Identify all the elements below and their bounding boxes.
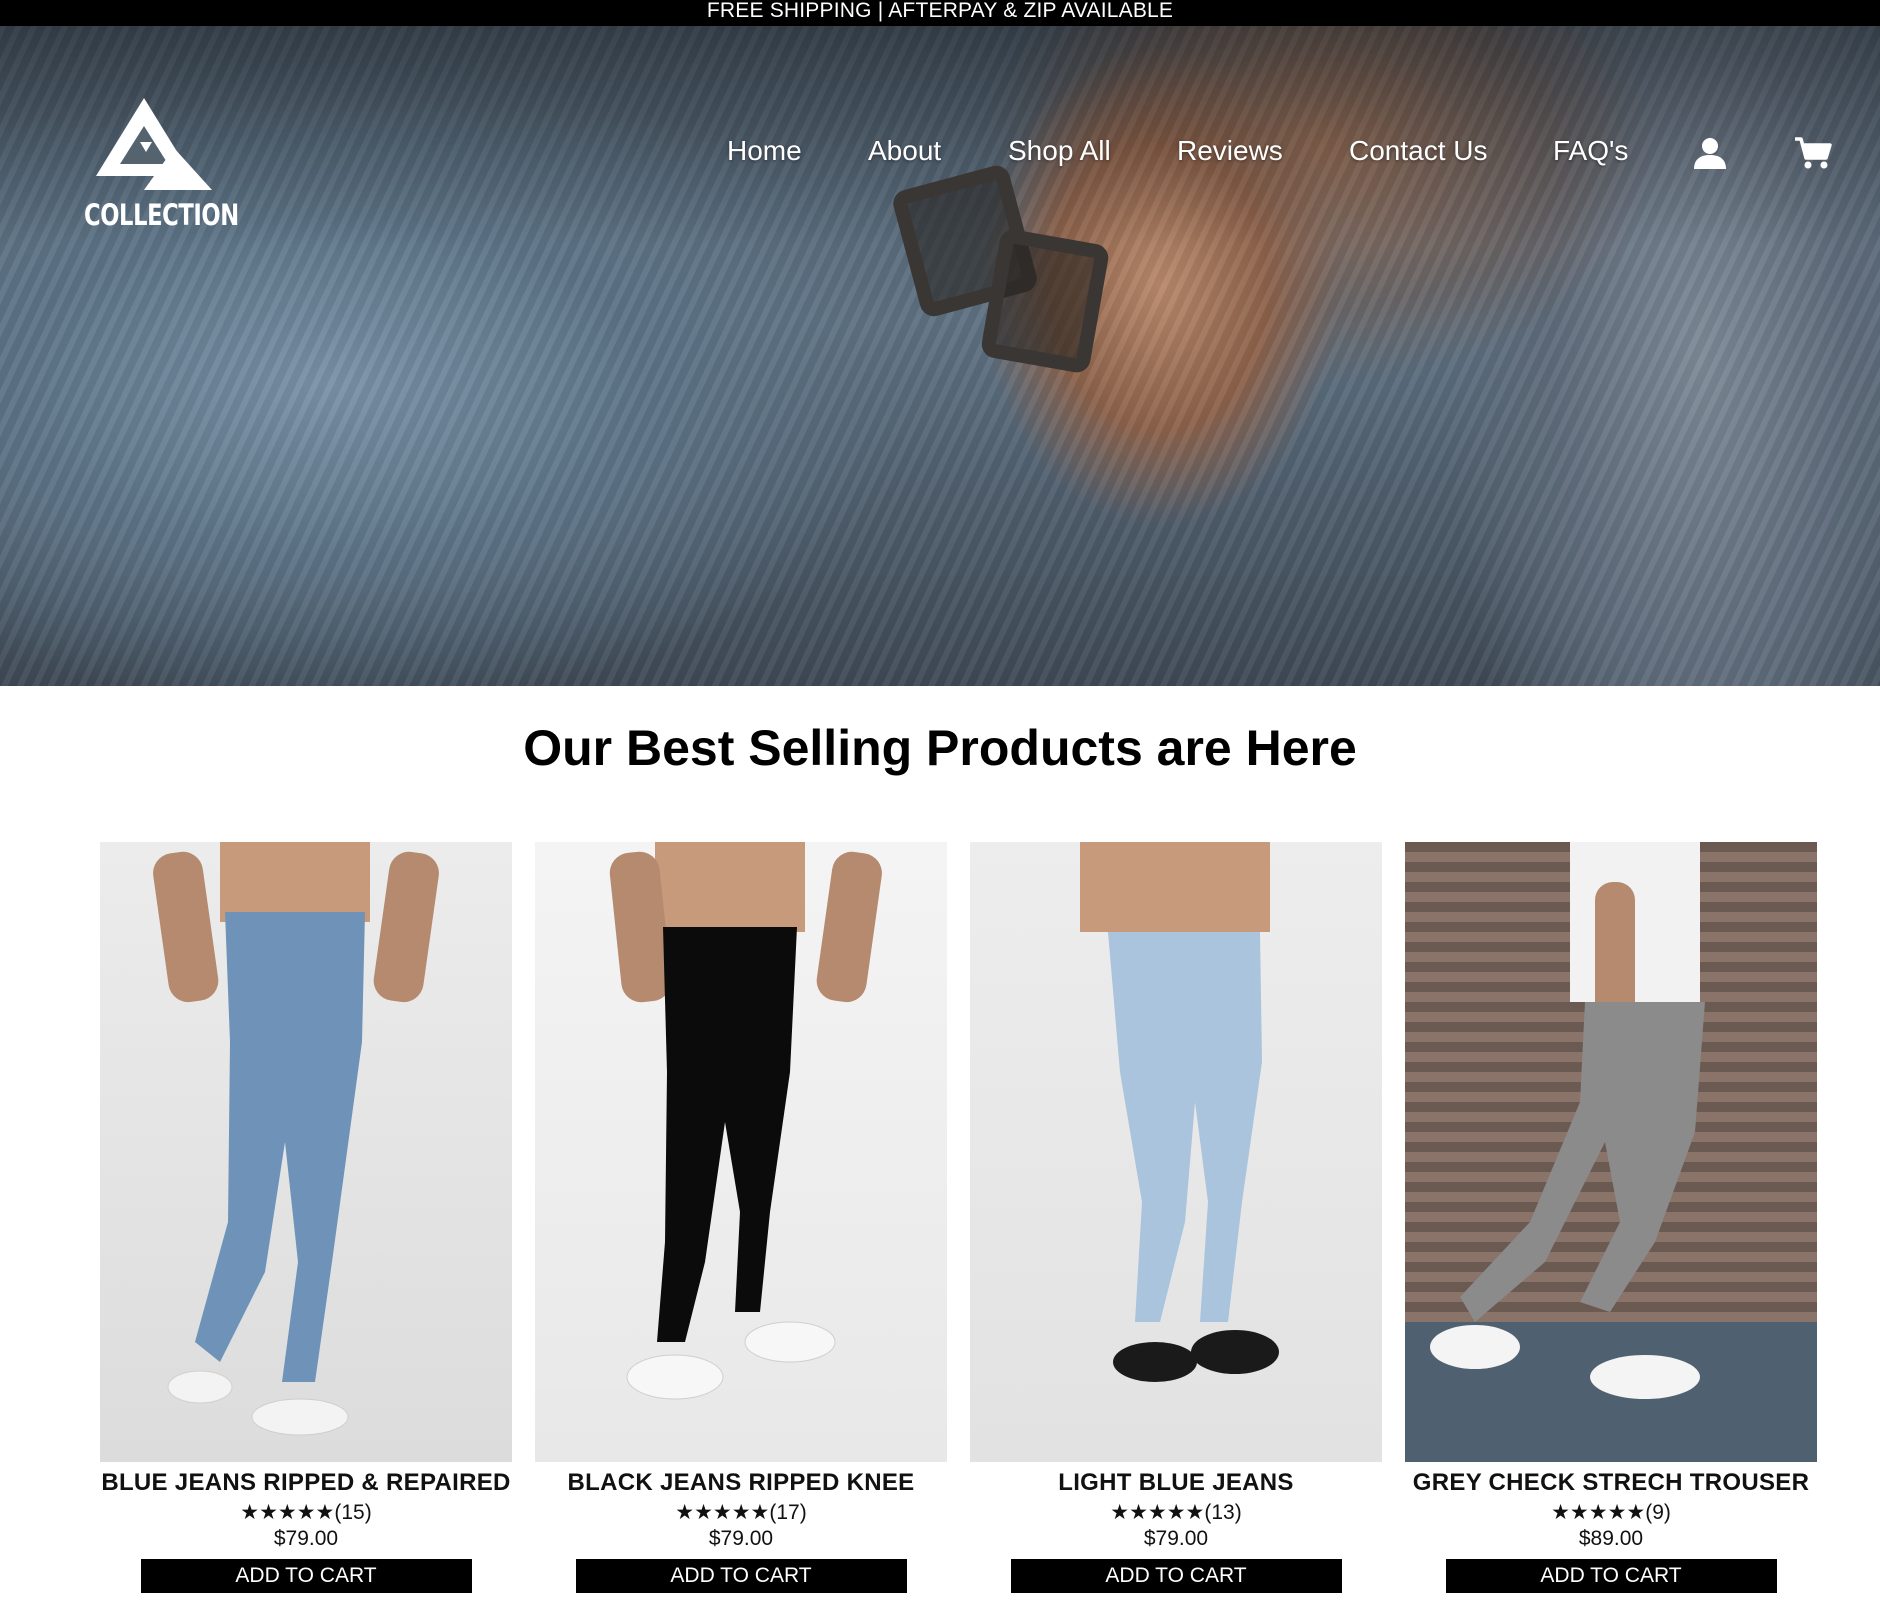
announcement-bar: FREE SHIPPING | AFTERPAY & ZIP AVAILABLE [0,0,1880,26]
product-figure [1080,842,1279,1382]
product-name[interactable]: BLACK JEANS RIPPED KNEE [535,1468,947,1498]
product-color-swatch [657,927,797,1342]
main-nav: Home About Shop All Reviews Contact Us F… [0,134,1880,170]
product-name[interactable]: LIGHT BLUE JEANS [970,1468,1382,1498]
product-image[interactable] [970,842,1382,1462]
product-color-swatch [1108,932,1262,1322]
announcement-text: FREE SHIPPING | AFTERPAY & ZIP AVAILABLE [706,0,1174,22]
nav-faqs[interactable]: FAQ's [1553,134,1628,168]
product-figure [609,842,882,1400]
add-to-cart-button[interactable]: ADD TO CART [1445,1559,1777,1593]
product-rating: ★★★★★(17) [675,1501,807,1524]
nav-about[interactable]: About [868,134,941,168]
hero-ring-decoration [979,227,1111,375]
product-image[interactable] [1405,842,1817,1462]
section-title: Our Best Selling Products are Here [523,720,1357,776]
product-image[interactable] [535,842,947,1462]
product-card: BLACK JEANS RIPPED KNEE ★★★★★(17) $79.00… [535,842,947,1593]
add-to-cart-button[interactable]: ADD TO CART [1010,1559,1342,1593]
product-price: $79.00 [708,1527,774,1550]
product-rating: ★★★★★(13) [1110,1501,1242,1524]
product-figure [1405,842,1817,1462]
product-image[interactable] [100,842,512,1462]
nav-home[interactable]: Home [727,134,802,168]
product-color-swatch [1460,1002,1705,1322]
product-rating: ★★★★★(15) [240,1501,372,1524]
product-name[interactable]: GREY CHECK STRECH TROUSER [1405,1468,1817,1498]
add-to-cart-button[interactable]: ADD TO CART [140,1559,472,1593]
product-price: $79.00 [273,1527,339,1550]
nav-reviews[interactable]: Reviews [1177,134,1283,168]
cart-icon[interactable] [1794,136,1832,170]
product-figure [153,842,439,1436]
user-icon[interactable] [1692,136,1728,170]
nav-contact-us[interactable]: Contact Us [1349,134,1488,168]
product-card: LIGHT BLUE JEANS ★★★★★(13) $79.00 ADD TO… [970,842,1382,1593]
product-price: $89.00 [1578,1527,1644,1550]
product-price: $79.00 [1143,1527,1209,1550]
nav-shop-all[interactable]: Shop All [1008,134,1111,168]
product-card: BLUE JEANS RIPPED & REPAIRED ★★★★★(15) $… [100,842,512,1593]
product-rating: ★★★★★(9) [1551,1501,1671,1524]
logo-text: COLLECTION [84,198,239,232]
hero-banner: COLLECTION Home About Shop All Reviews C… [0,26,1880,686]
add-to-cart-button[interactable]: ADD TO CART [575,1559,907,1593]
product-color-swatch [195,912,365,1382]
product-card: GREY CHECK STRECH TROUSER ★★★★★(9) $89.0… [1405,842,1817,1593]
product-name[interactable]: BLUE JEANS RIPPED & REPAIRED [100,1468,512,1498]
